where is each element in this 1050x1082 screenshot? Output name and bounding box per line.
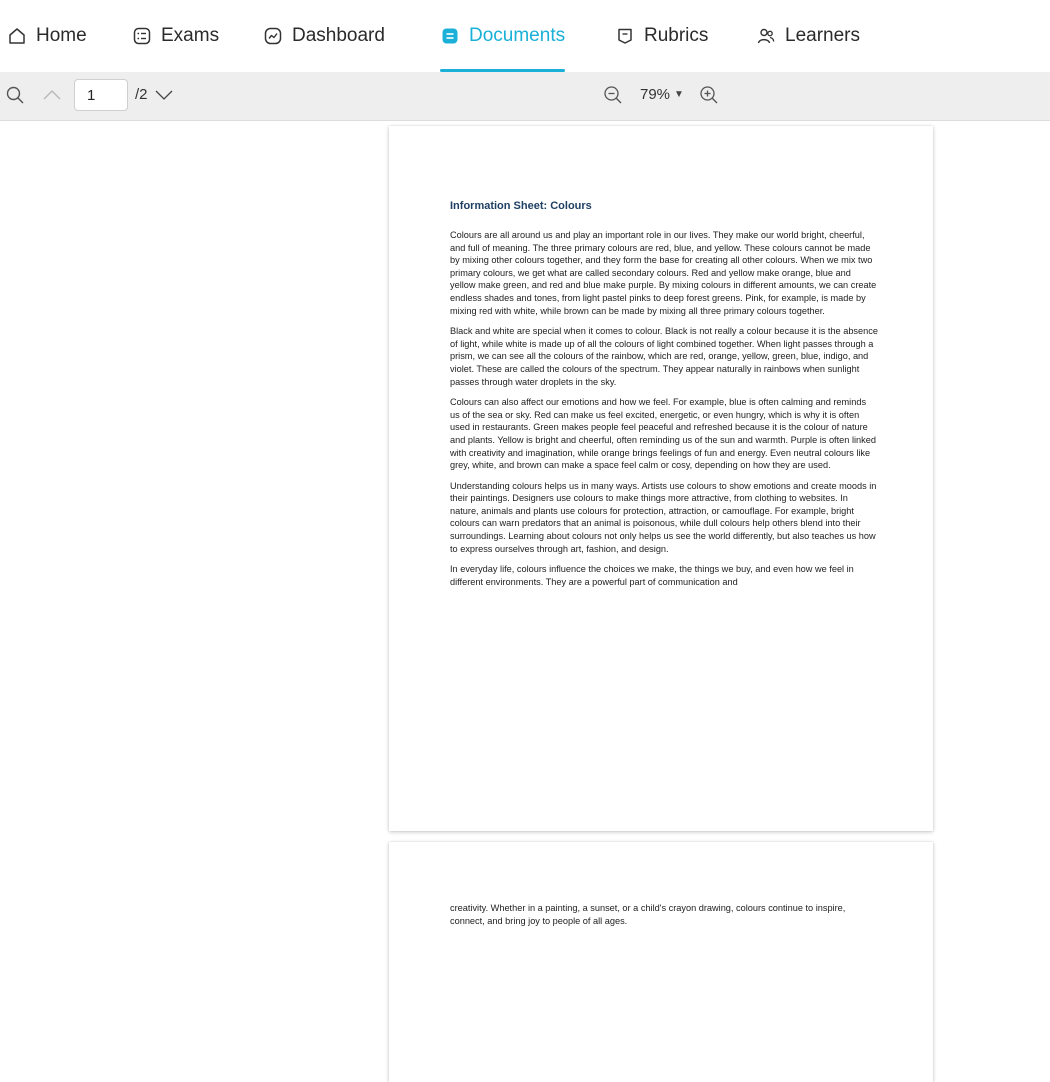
dashboard-chart-icon bbox=[263, 26, 283, 46]
document-body-page-2: creativity. Whether in a painting, a sun… bbox=[450, 902, 878, 935]
tab-home[interactable]: Home bbox=[7, 0, 87, 72]
tab-documents[interactable]: Documents bbox=[440, 0, 566, 72]
rubric-icon bbox=[615, 26, 635, 46]
paragraph: In everyday life, colours influence the … bbox=[450, 564, 854, 587]
document-icon bbox=[440, 26, 460, 46]
document-body-page-1: Colours are all around us and play an im… bbox=[450, 229, 878, 596]
paragraph: Colours are all around us and play an im… bbox=[450, 230, 877, 316]
home-icon bbox=[7, 26, 27, 46]
paragraph: Black and white are special when it come… bbox=[450, 326, 878, 387]
caret-down-icon: ▼ bbox=[674, 89, 684, 100]
chevron-down-icon[interactable] bbox=[153, 84, 175, 106]
zoom-out-icon[interactable] bbox=[602, 84, 624, 106]
exams-list-icon bbox=[132, 26, 152, 46]
paragraph: Understanding colours helps us in many w… bbox=[450, 480, 877, 554]
document-title: Information Sheet: Colours bbox=[450, 200, 592, 212]
page-number-input[interactable] bbox=[74, 79, 128, 111]
tab-learners[interactable]: Learners bbox=[756, 0, 860, 72]
tab-learners-label: Learners bbox=[785, 25, 860, 46]
document-page-1: Information Sheet: Colours Colours are a… bbox=[389, 126, 933, 831]
paragraph: Colours can also affect our emotions and… bbox=[450, 397, 876, 471]
paragraph: creativity. Whether in a painting, a sun… bbox=[450, 903, 846, 926]
tab-dashboard-label: Dashboard bbox=[292, 25, 385, 46]
chevron-up-icon[interactable] bbox=[41, 84, 63, 106]
tab-dashboard[interactable]: Dashboard bbox=[263, 0, 385, 72]
tab-rubrics-label: Rubrics bbox=[644, 25, 709, 46]
tab-home-label: Home bbox=[36, 25, 87, 46]
tab-rubrics[interactable]: Rubrics bbox=[615, 0, 708, 72]
zoom-level-value: 79% bbox=[640, 86, 671, 103]
top-navigation: Home Exams Dashboard Documents Rubrics L… bbox=[0, 0, 1050, 72]
document-page-2: creativity. Whether in a painting, a sun… bbox=[389, 842, 933, 1082]
zoom-level-dropdown[interactable]: 79% ▼ bbox=[640, 86, 684, 103]
tab-documents-label: Documents bbox=[469, 25, 566, 46]
page-total: /2 bbox=[135, 86, 148, 103]
tab-exams[interactable]: Exams bbox=[132, 0, 219, 72]
search-icon[interactable] bbox=[4, 84, 26, 106]
tab-exams-label: Exams bbox=[161, 25, 220, 46]
zoom-in-icon[interactable] bbox=[698, 84, 720, 106]
learners-icon bbox=[756, 26, 776, 46]
